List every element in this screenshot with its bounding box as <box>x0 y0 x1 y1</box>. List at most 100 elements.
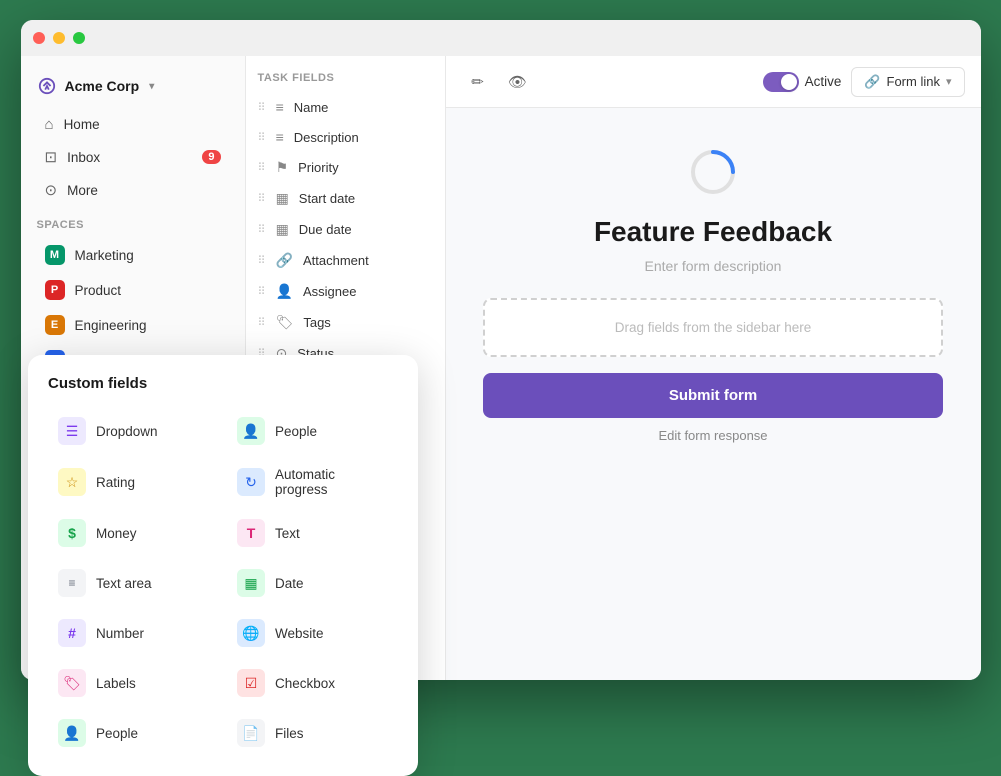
files-icon: 📄 <box>237 719 265 747</box>
field-start-date[interactable]: ⠿ ▦ Start date <box>246 183 445 214</box>
name-icon: ≡ <box>276 99 284 115</box>
automatic-progress-icon: ↻ <box>237 468 265 496</box>
field-text-area[interactable]: ≡ Text area <box>48 560 219 606</box>
field-name[interactable]: ⠿ ≡ Name <box>246 92 445 122</box>
edit-button[interactable]: ✏ <box>462 66 494 98</box>
field-labels[interactable]: 🏷 Labels <box>48 660 219 706</box>
sidebar-item-marketing[interactable]: M Marketing <box>29 238 237 272</box>
active-label: Active <box>805 74 842 89</box>
people2-icon: 👤 <box>58 719 86 747</box>
active-toggle-container: Active <box>763 72 842 92</box>
engineering-dot: E <box>45 315 65 335</box>
start-date-icon: ▦ <box>276 190 289 207</box>
sidebar-item-label: More <box>67 183 98 198</box>
preview-button[interactable]: 👁 <box>502 66 534 98</box>
drag-handle: ⠿ <box>258 285 266 298</box>
minimize-button[interactable] <box>53 32 65 44</box>
field-tags[interactable]: ⠿ 🏷 Tags <box>246 307 445 338</box>
drop-zone[interactable]: Drag fields from the sidebar here <box>483 298 943 357</box>
field-date[interactable]: ▦ Date <box>227 560 398 606</box>
submit-button[interactable]: Submit form <box>483 373 943 418</box>
field-people[interactable]: 👤 People <box>227 408 398 454</box>
task-fields-label: Task Fields <box>246 72 445 92</box>
drag-handle: ⠿ <box>258 254 266 267</box>
spaces-section-label: Spaces <box>21 207 245 237</box>
toolbar-right: Active 🔗 Form link ▾ <box>763 67 965 97</box>
close-button[interactable] <box>33 32 45 44</box>
field-label: Rating <box>96 475 135 490</box>
assignee-icon: 👤 <box>276 283 293 300</box>
edit-response-label: Edit form response <box>658 428 767 443</box>
field-assignee[interactable]: ⠿ 👤 Assignee <box>246 276 445 307</box>
field-label: Priority <box>298 160 338 175</box>
content-toolbar: ✏ 👁 Active 🔗 Form link ▾ <box>446 56 981 108</box>
text-area-icon: ≡ <box>58 569 86 597</box>
field-dropdown[interactable]: ☰ Dropdown <box>48 408 219 454</box>
field-description[interactable]: ⠿ ≡ Description <box>246 122 445 152</box>
sidebar-item-home[interactable]: ⌂ Home <box>29 109 237 140</box>
field-text[interactable]: T Text <box>227 510 398 556</box>
field-label: Text <box>275 526 300 541</box>
submit-label: Submit form <box>669 387 757 404</box>
field-label: Text area <box>96 576 152 591</box>
drag-handle: ⠿ <box>258 161 266 174</box>
drag-handle: ⠿ <box>258 316 266 329</box>
company-chevron: ▾ <box>149 81 154 92</box>
drag-handle: ⠿ <box>258 101 266 114</box>
main-content: ✏ 👁 Active 🔗 Form link ▾ <box>446 56 981 680</box>
priority-icon: ⚑ <box>276 159 289 176</box>
drop-zone-text: Drag fields from the sidebar here <box>615 320 812 335</box>
titlebar <box>21 20 981 56</box>
field-number[interactable]: # Number <box>48 610 219 656</box>
maximize-button[interactable] <box>73 32 85 44</box>
field-automatic-progress[interactable]: ↻ Automatic progress <box>227 458 398 506</box>
dropdown-icon: ☰ <box>58 417 86 445</box>
form-link-label: Form link <box>887 74 940 89</box>
field-rating[interactable]: ☆ Rating <box>48 458 219 506</box>
more-icon: ⊙ <box>45 181 58 199</box>
drag-handle: ⠿ <box>258 131 266 144</box>
edit-icon: ✏ <box>471 73 484 91</box>
form-link-button[interactable]: 🔗 Form link ▾ <box>851 67 964 97</box>
sidebar-item-more[interactable]: ⊙ More <box>29 174 237 206</box>
field-label: Start date <box>299 191 355 206</box>
edit-response-link[interactable]: Edit form response <box>658 428 767 443</box>
field-label: Due date <box>299 222 352 237</box>
field-label: Attachment <box>303 253 369 268</box>
space-label: Product <box>75 283 122 298</box>
field-label: Assignee <box>303 284 356 299</box>
active-toggle[interactable] <box>763 72 799 92</box>
sidebar-item-inbox[interactable]: ⊡ Inbox 9 <box>29 141 237 173</box>
product-dot: P <box>45 280 65 300</box>
inbox-badge: 9 <box>202 150 220 164</box>
due-date-icon: ▦ <box>276 221 289 238</box>
field-money[interactable]: $ Money <box>48 510 219 556</box>
drag-handle: ⠿ <box>258 223 266 236</box>
loading-spinner <box>689 148 737 196</box>
field-label: Tags <box>303 315 330 330</box>
toolbar-left: ✏ 👁 <box>462 66 534 98</box>
chevron-down-icon: ▾ <box>946 75 952 88</box>
description-icon: ≡ <box>276 129 284 145</box>
custom-fields-modal: Custom fields ☰ Dropdown 👤 People ☆ Rati… <box>28 355 418 776</box>
field-priority[interactable]: ⠿ ⚑ Priority <box>246 152 445 183</box>
sidebar-item-engineering[interactable]: E Engineering <box>29 308 237 342</box>
money-icon: $ <box>58 519 86 547</box>
space-label: Engineering <box>75 318 147 333</box>
sidebar-item-product[interactable]: P Product <box>29 273 237 307</box>
field-attachment[interactable]: ⠿ 🔗 Attachment <box>246 245 445 276</box>
website-icon: 🌐 <box>237 619 265 647</box>
field-people2[interactable]: 👤 People <box>48 710 219 756</box>
field-label: Website <box>275 626 324 641</box>
drag-handle: ⠿ <box>258 192 266 205</box>
field-label: Files <box>275 726 304 741</box>
field-label: Automatic progress <box>275 467 388 497</box>
field-website[interactable]: 🌐 Website <box>227 610 398 656</box>
field-label: Labels <box>96 676 136 691</box>
field-checkbox[interactable]: ☑ Checkbox <box>227 660 398 706</box>
field-label: Date <box>275 576 304 591</box>
eye-icon: 👁 <box>508 73 527 91</box>
field-files[interactable]: 📄 Files <box>227 710 398 756</box>
company-header[interactable]: Acme Corp ▾ <box>21 68 245 108</box>
field-due-date[interactable]: ⠿ ▦ Due date <box>246 214 445 245</box>
